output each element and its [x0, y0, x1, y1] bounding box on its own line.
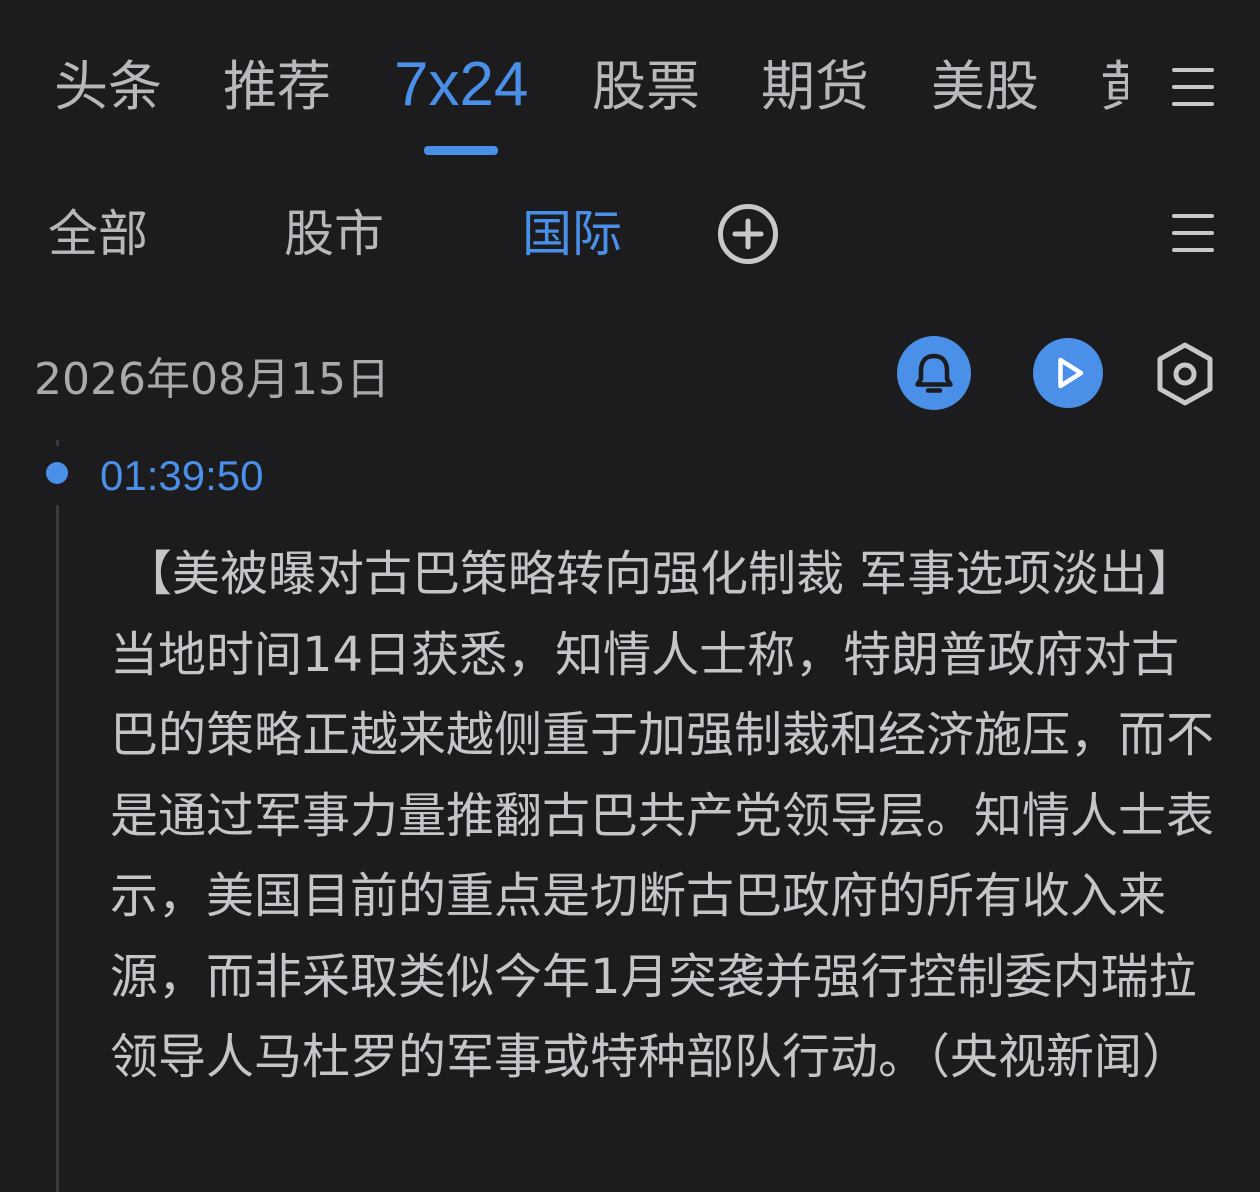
news-time: 01:39:50 [100, 452, 264, 499]
tab-us-stocks[interactable]: 美股 [931, 52, 1039, 122]
settings-button[interactable] [1153, 341, 1217, 407]
timeline-tick [56, 440, 59, 446]
menu-icon[interactable] [1172, 68, 1214, 106]
play-icon [1058, 357, 1084, 389]
bell-icon [915, 353, 953, 393]
subtab-international[interactable]: 国际 [522, 201, 622, 267]
play-button[interactable] [1033, 338, 1103, 408]
tab-gold-partial[interactable]: 黄 [1100, 52, 1128, 122]
tab-stocks[interactable]: 股票 [592, 52, 700, 122]
subtab-all[interactable]: 全部 [48, 201, 148, 267]
top-tab-bar: 头条 推荐 7x24 股票 期货 美股 黄 [0, 0, 1260, 170]
subtab-stock-market[interactable]: 股市 [284, 201, 384, 267]
tab-overflow-clip: 黄 [1100, 52, 1128, 122]
date-header: 2026年08月15日 [34, 354, 390, 405]
news-content[interactable]: 【美被曝对古巴策略转向强化制裁 军事选项淡出】当地时间14日获悉，知情人士称，特… [110, 534, 1220, 1098]
timeline-line [56, 505, 59, 1192]
sub-menu-icon[interactable] [1172, 214, 1214, 252]
active-tab-indicator [424, 146, 498, 155]
plus-circle-icon[interactable] [717, 203, 779, 265]
tab-recommend[interactable]: 推荐 [223, 52, 331, 122]
hexagon-settings-icon [1157, 342, 1213, 406]
tab-futures[interactable]: 期货 [761, 52, 869, 122]
timeline-dot [46, 462, 68, 484]
app-root: 头条 推荐 7x24 股票 期货 美股 黄 全部 股市 国际 2026年08月1… [0, 0, 1260, 1192]
tab-7x24[interactable]: 7x24 [394, 50, 528, 120]
tab-headlines[interactable]: 头条 [54, 52, 162, 122]
bell-button[interactable] [897, 336, 971, 410]
